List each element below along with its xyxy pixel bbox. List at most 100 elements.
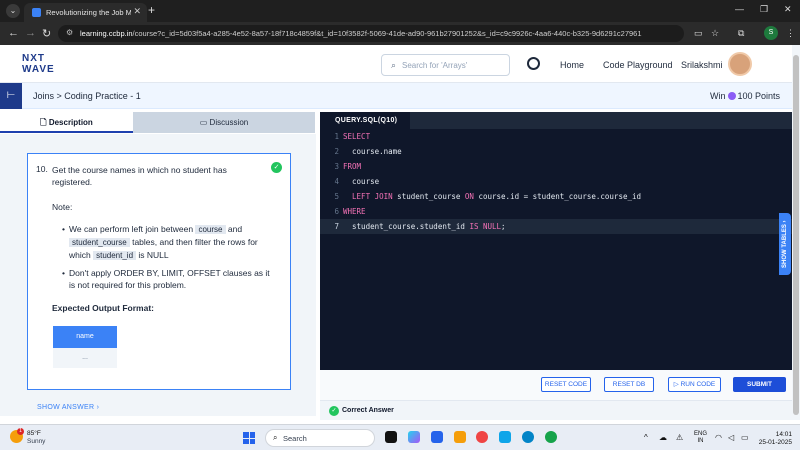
logo[interactable]: NXT WAVE — [22, 53, 55, 75]
copilot-icon[interactable] — [408, 431, 420, 443]
tab-discussion[interactable]: ▭ Discussion — [133, 112, 315, 133]
expected-output-title: Expected Output Format: — [52, 303, 155, 313]
volume-icon[interactable]: ◁ — [728, 433, 734, 442]
profile-avatar[interactable]: S — [764, 26, 778, 40]
code-text: student_course.student_id — [343, 222, 470, 231]
description-icon: 🗋 — [40, 118, 49, 127]
page-scrollbar[interactable] — [792, 45, 800, 420]
show-answer-link[interactable]: SHOW ANSWER › — [37, 404, 99, 411]
browser-menu-icon[interactable]: ⋮ — [786, 28, 795, 39]
code-line: 3 FROM — [320, 159, 792, 174]
new-tab-icon[interactable]: + — [148, 3, 155, 17]
show-tables-button[interactable]: SHOW TABLES › — [779, 213, 791, 275]
code-line: 1 SELECT — [320, 129, 792, 144]
bullet1-pre: We can perform left join between — [69, 224, 194, 234]
tab-description-label: Description — [48, 118, 93, 127]
windows-start-icon[interactable] — [243, 432, 255, 444]
code-text: FROM — [343, 162, 362, 171]
coin-icon — [727, 92, 736, 100]
search-placeholder: Search for 'Arrays' — [402, 61, 468, 70]
browser-tab[interactable]: Revolutionizing the Job Market ✕ — [24, 3, 147, 22]
sidebar-toggle-icon[interactable]: ⊢ — [0, 83, 22, 109]
weather-condition[interactable]: Sunny — [27, 438, 45, 445]
tab-title: Revolutionizing the Job Market — [46, 8, 131, 17]
store-icon[interactable] — [499, 431, 511, 443]
clock-date: 25-01-2025 — [758, 439, 792, 446]
code-chip: course — [195, 225, 226, 234]
tab-discussion-label: Discussion — [209, 118, 249, 127]
bookmark-star-icon[interactable]: ☆ — [711, 28, 719, 39]
code-chip: student_id — [93, 251, 137, 260]
edge-icon[interactable] — [522, 431, 534, 443]
tab-description[interactable]: 🗋 Description — [0, 112, 133, 133]
show-tables-label: SHOW TABLES — [782, 223, 788, 268]
list-item: We can perform left join between course … — [62, 223, 276, 262]
reload-icon[interactable]: ↻ — [42, 27, 51, 40]
show-answer-label: SHOW ANSWER — [37, 404, 95, 411]
code-line: 4 course — [320, 174, 792, 189]
note-title: Note: — [52, 202, 73, 212]
line-number: 5 — [334, 192, 339, 201]
chrome-profile-icon[interactable] — [545, 431, 557, 443]
close-window-icon[interactable]: ✕ — [784, 4, 792, 15]
browser-tab-bar: ⌄ Revolutionizing the Job Market ✕ + — ❐… — [0, 0, 800, 22]
username[interactable]: Srilakshmi — [681, 60, 723, 70]
streak-icon[interactable] — [527, 57, 540, 70]
forward-icon[interactable]: → — [25, 27, 36, 39]
result-bar: ✓ Correct Answer — [320, 400, 792, 420]
close-tab-icon[interactable]: ✕ — [133, 6, 141, 17]
url-field[interactable]: ⚙ learning.ccbp.in/course?c_id=5d03f5a4-… — [58, 25, 684, 42]
check-icon: ✓ — [271, 162, 282, 173]
check-icon: ✓ — [329, 406, 339, 416]
cloud-icon[interactable]: ☁ — [659, 433, 667, 442]
avatar[interactable] — [728, 52, 752, 76]
bullet1-mid: and — [227, 224, 243, 234]
nav-home[interactable]: Home — [560, 60, 584, 70]
breadcrumb[interactable]: Joins > Coding Practice - 1 — [33, 91, 141, 101]
weather-temperature[interactable]: 85°F — [27, 430, 41, 437]
wifi-icon[interactable]: ◠ — [715, 433, 722, 442]
run-code-button[interactable]: ▷ RUN CODE — [668, 377, 721, 392]
language-code: ENG — [694, 431, 708, 437]
back-icon[interactable]: ← — [8, 27, 19, 39]
chrome-icon[interactable] — [476, 431, 488, 443]
scrollbar-thumb[interactable] — [793, 55, 799, 415]
code-text: WHERE — [343, 207, 366, 216]
code-text: student_course — [392, 192, 465, 201]
battery-icon[interactable]: ▭ — [741, 433, 749, 442]
task-view-icon[interactable] — [385, 431, 397, 443]
favicon-icon — [32, 8, 41, 17]
nav-code-playground[interactable]: Code Playground — [603, 60, 673, 70]
left-panel-tabs: 🗋 Description ▭ Discussion — [0, 112, 315, 133]
clock[interactable]: 14:01 25-01-2025 — [756, 431, 792, 447]
restore-icon[interactable]: ❐ — [760, 4, 768, 15]
code-line: 6 WHERE — [320, 204, 792, 219]
submit-button[interactable]: SUBMIT — [733, 377, 786, 392]
site-info-icon[interactable]: ⚙ — [66, 28, 73, 37]
language-indicator[interactable]: ENG IN — [694, 431, 707, 445]
output-table-cell: ... — [53, 348, 117, 368]
install-app-icon[interactable]: ▭ — [694, 28, 703, 39]
notification-icon[interactable]: ⚠ — [676, 433, 683, 442]
line-number: 6 — [334, 207, 339, 216]
tab-search-icon[interactable]: ⌄ — [6, 4, 20, 18]
extensions-icon[interactable]: ⧉ — [738, 28, 744, 39]
taskbar-search-label: Search — [283, 434, 307, 443]
editor-actions: RESET CODE RESET DB ▷ RUN CODE SUBMIT — [320, 370, 792, 400]
search-input[interactable]: ⌕ Search for 'Arrays' — [381, 54, 510, 76]
chevron-up-icon[interactable]: ^ — [644, 433, 648, 442]
reset-code-button[interactable]: RESET CODE — [541, 377, 591, 392]
play-icon: ▷ — [673, 381, 681, 388]
win-points: Win 100 Points — [710, 91, 780, 101]
chevron-icon: › — [782, 220, 788, 223]
minimize-icon[interactable]: — — [735, 4, 744, 14]
chevron-right-icon: › — [96, 404, 100, 411]
mail-icon[interactable] — [431, 431, 443, 443]
taskbar-search[interactable]: ⌕ Search — [265, 429, 375, 447]
code-editor[interactable]: 1 SELECT 2 course.name 3 FROM 4 course 5 L… — [320, 129, 792, 370]
code-keyword: ON — [464, 192, 474, 201]
reset-db-button[interactable]: RESET DB — [604, 377, 654, 392]
run-code-label: RUN CODE — [680, 381, 716, 388]
file-explorer-icon[interactable] — [454, 431, 466, 443]
editor-tab-query[interactable]: QUERY.SQL(Q10) — [320, 112, 410, 129]
